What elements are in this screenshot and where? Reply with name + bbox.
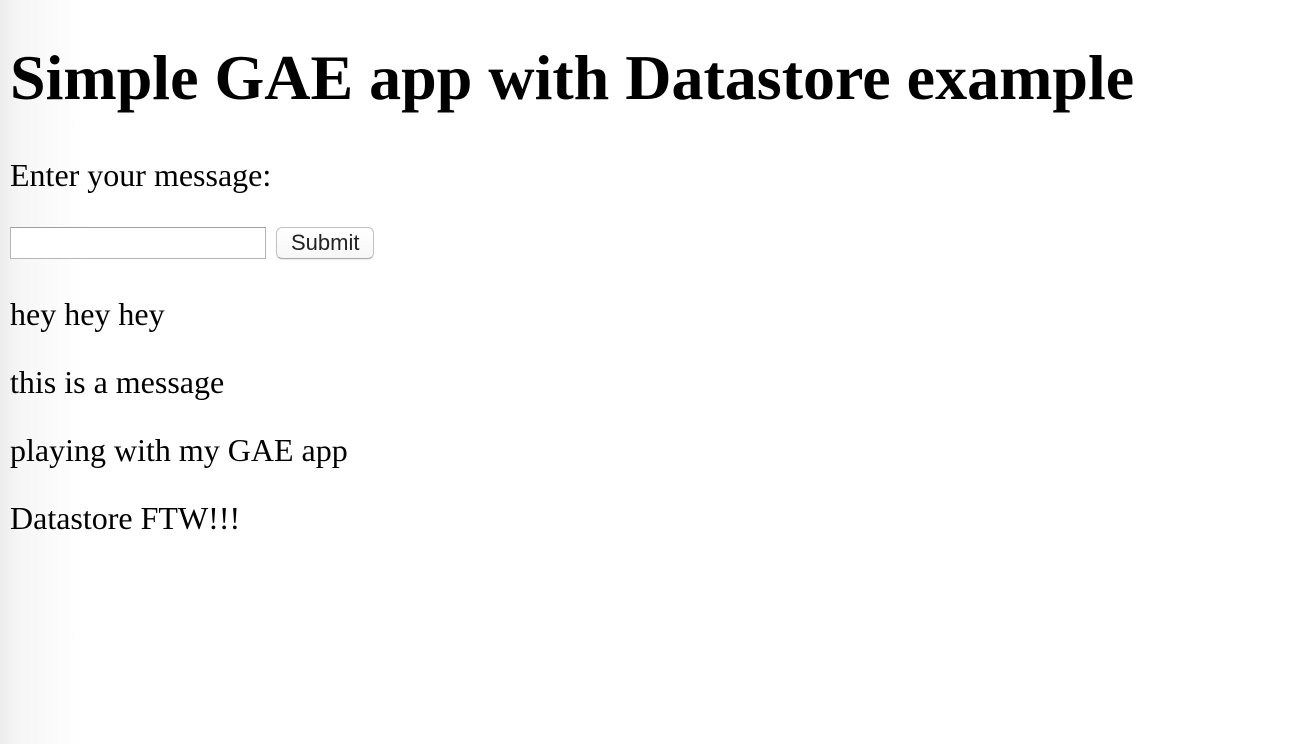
page-title: Simple GAE app with Datastore example: [10, 42, 1135, 113]
message-input[interactable]: [10, 227, 266, 259]
submit-button[interactable]: Submit: [276, 227, 375, 259]
message-list: hey hey hey this is a message playing wi…: [10, 294, 348, 566]
message-prompt-label: Enter your message:: [10, 157, 272, 193]
message-item: hey hey hey: [10, 296, 165, 332]
message-item: this is a message: [10, 364, 225, 400]
message-form: Submit: [10, 227, 375, 259]
message-item: Datastore FTW!!!: [10, 500, 241, 536]
message-item: playing with my GAE app: [10, 432, 348, 468]
